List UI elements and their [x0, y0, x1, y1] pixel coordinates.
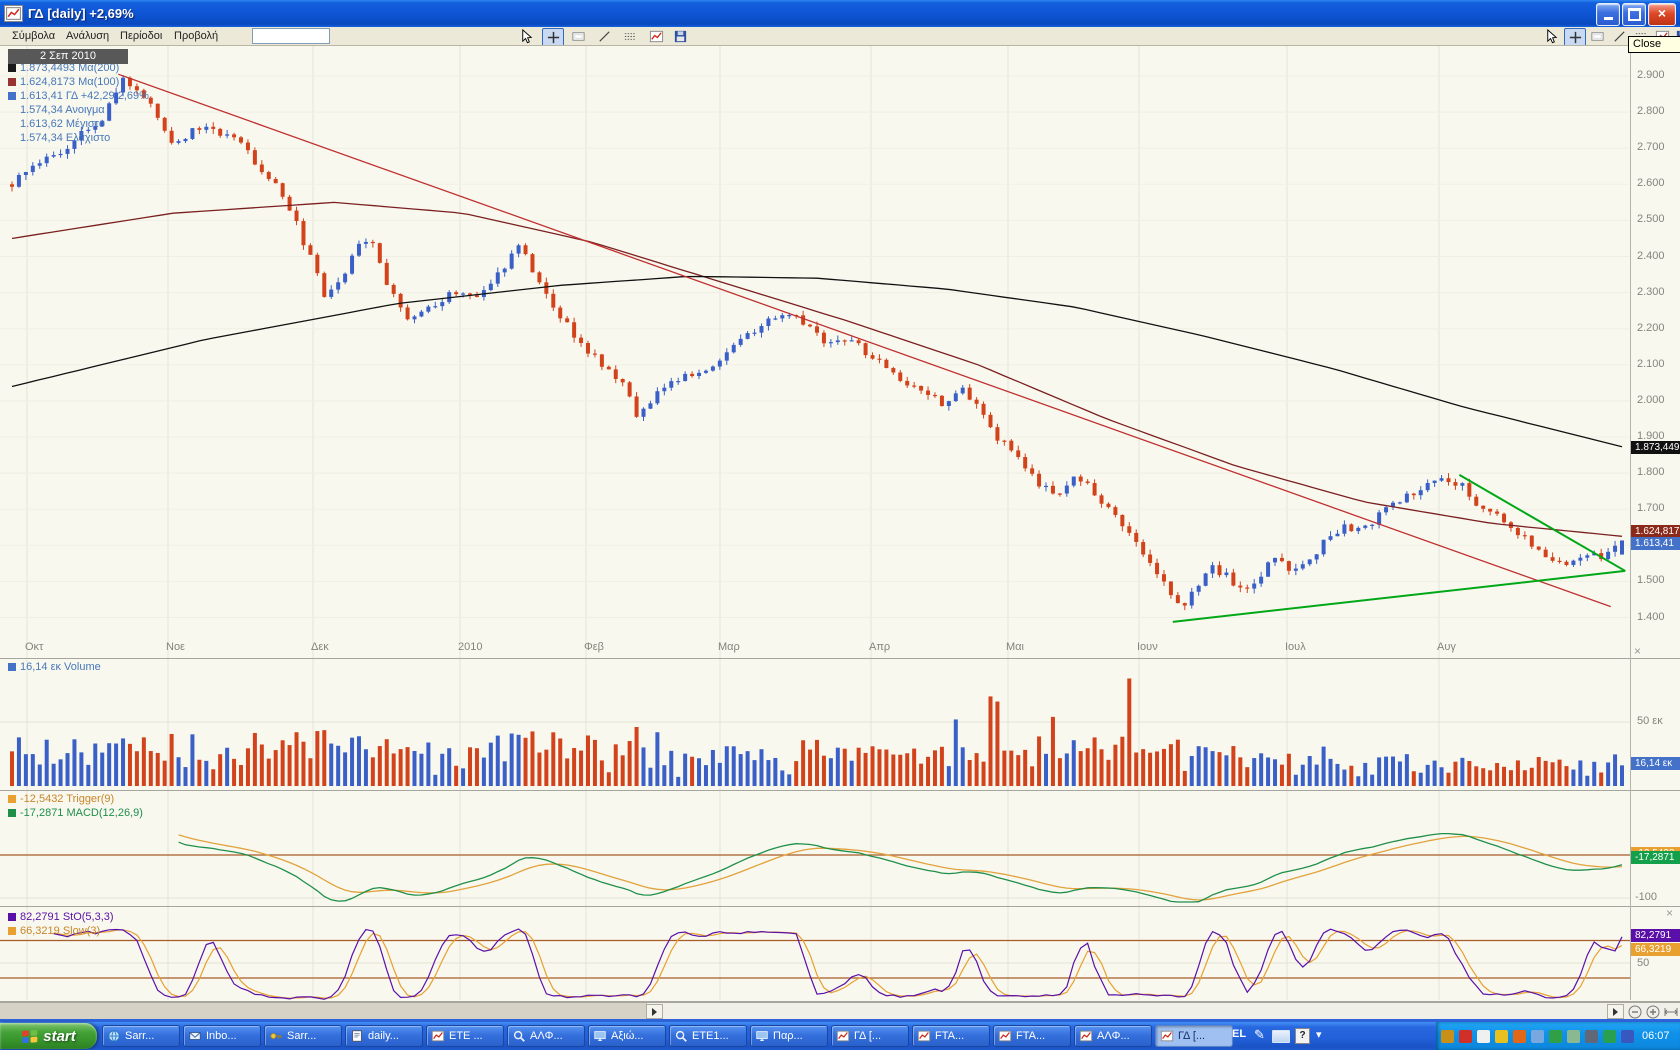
macd-legend-row: -17,2871 MACD(12,26,9): [8, 807, 143, 819]
legend-swatch: [8, 913, 16, 921]
month-axis-label: 2010: [458, 641, 482, 653]
month-axis-label: Μαρ: [718, 641, 740, 653]
price-legend-row: 1.624,8173 Mα(100): [8, 76, 119, 88]
price-axis-label: 2.700: [1637, 141, 1665, 153]
last-price-marker: 1.613,41: [1631, 537, 1680, 550]
price-legend-row: 1.613,41 ΓΔ +42,29 2,69%: [8, 90, 149, 102]
ma200-price-marker: 1.873,449: [1631, 441, 1680, 454]
price-axis-label: 1.500: [1637, 574, 1665, 586]
chart-background: [0, 45, 1680, 1002]
month-axis-label: Φεβ: [584, 641, 604, 653]
price-axis-label: 2.000: [1637, 394, 1665, 406]
price-legend-row: 1.574,34 Ανοιγμα: [20, 104, 105, 116]
macd-legend-row: -12,5432 Trigger(9): [8, 793, 114, 805]
price-legend-row: 1.613,62 Μέγιστο: [20, 118, 105, 130]
volume-legend-row: 16,14 εκ Volume: [8, 661, 101, 673]
stoch-axis-label: 50: [1637, 957, 1649, 969]
price-axis-label: 2.900: [1637, 69, 1665, 81]
chart-canvas[interactable]: [0, 0, 1680, 1050]
price-axis-label: 2.100: [1637, 358, 1665, 370]
month-axis-label: Μαι: [1006, 641, 1024, 653]
stoch-sto-marker: 82,2791: [1631, 929, 1680, 942]
price-axis-label: 1.800: [1637, 466, 1665, 478]
legend-swatch: [8, 809, 16, 817]
price-axis-label: 2.500: [1637, 213, 1665, 225]
application-window: ΓΔ [daily] +2,69% × ΣύμβολαΑνάλυσηΠερίοδ…: [0, 0, 1680, 1050]
price-axis-label: 1.400: [1637, 611, 1665, 623]
close-tooltip: Close: [1628, 36, 1680, 53]
month-axis-label: Απρ: [869, 641, 890, 653]
price-axis-label: 2.200: [1637, 322, 1665, 334]
month-axis-label: Ιουν: [1137, 641, 1158, 653]
month-axis-label: Νοε: [166, 641, 185, 653]
price-axis-label: 2.400: [1637, 250, 1665, 262]
volume-axis-label: 50 εκ: [1637, 715, 1663, 727]
price-legend-row: 1.574,34 Ελάχιστο: [20, 132, 110, 144]
stoch-legend-row: 66,3219 Slow(3): [8, 925, 100, 937]
price-axis-label: 2.800: [1637, 105, 1665, 117]
panel-close-icon[interactable]: ×: [1666, 908, 1673, 918]
stoch-slow-marker: 66,3219: [1631, 943, 1680, 956]
legend-swatch: [8, 92, 16, 100]
month-axis-label: Ιουλ: [1285, 641, 1306, 653]
legend-swatch: [8, 78, 16, 86]
legend-swatch: [8, 64, 16, 72]
stoch-legend-row: 82,2791 StO(5,3,3): [8, 911, 114, 923]
crosshair-date-box: 2 Σεπ 2010: [8, 49, 128, 64]
month-axis-label: Δεκ: [311, 641, 329, 653]
month-axis-label: Αυγ: [1437, 641, 1456, 653]
panel-close-icon[interactable]: ×: [1634, 646, 1641, 656]
legend-swatch: [8, 927, 16, 935]
macd-axis-label: -100: [1635, 891, 1657, 903]
price-axis-label: 1.700: [1637, 502, 1665, 514]
month-axis-label: Οκτ: [25, 641, 43, 653]
legend-swatch: [8, 663, 16, 671]
macd-marker: -17,2871: [1631, 851, 1680, 864]
price-axis-label: 2.600: [1637, 177, 1665, 189]
legend-swatch: [8, 795, 16, 803]
volume-marker: 16,14 εκ: [1631, 757, 1680, 770]
ma100-price-marker: 1.624,817: [1631, 525, 1680, 538]
price-axis-label: 2.300: [1637, 286, 1665, 298]
